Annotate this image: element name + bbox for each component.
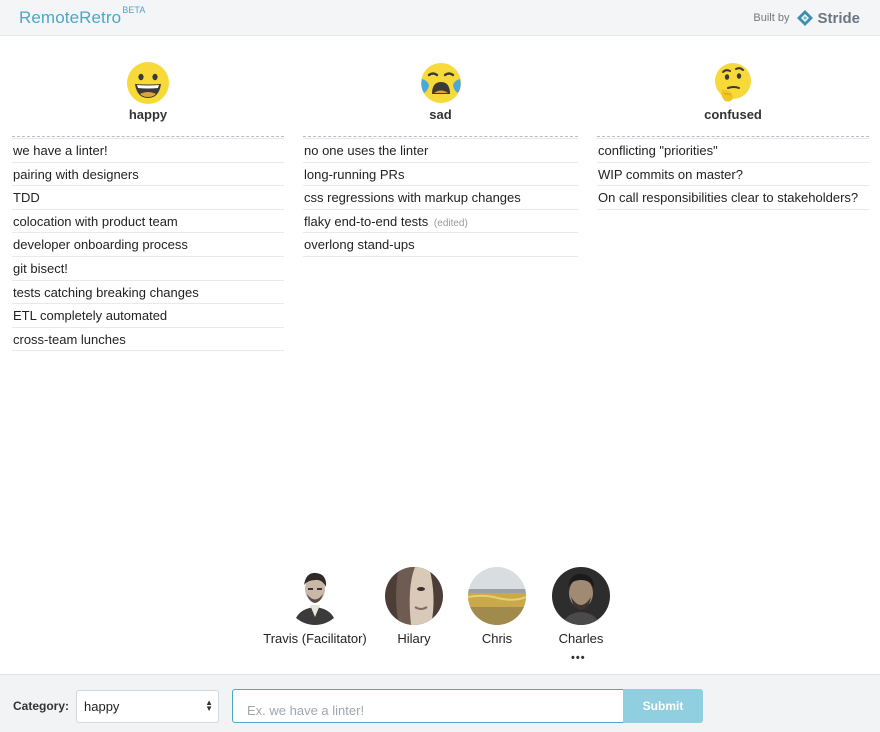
idea-item[interactable]: css regressions with markup changes <box>303 186 578 210</box>
avatar <box>286 567 344 625</box>
idea-item[interactable]: conflicting "priorities" <box>597 139 869 163</box>
edited-marker: (edited) <box>433 217 468 229</box>
participant-list: Travis (Facilitator) Hilary Chris Charle… <box>0 567 880 667</box>
category-select[interactable]: happy ▲ ▼ <box>76 690 219 723</box>
thinking-face-icon <box>711 61 755 105</box>
idea-item[interactable]: git bisect! <box>12 257 284 281</box>
idea-input[interactable] <box>232 689 624 723</box>
idea-item[interactable]: no one uses the linter <box>303 139 578 163</box>
column-title-confused: confused <box>704 107 762 122</box>
idea-item[interactable]: TDD <box>12 186 284 210</box>
participant-name: Charles <box>558 631 604 646</box>
column-header-sad: sad <box>303 58 578 139</box>
submit-button[interactable]: Submit <box>623 689 703 723</box>
brand-name: RemoteRetro <box>19 8 122 27</box>
column-title-happy: happy <box>128 107 168 122</box>
column-sad: sad no one uses the linter long-running … <box>303 58 578 257</box>
idea-text: flaky end-to-end tests <box>304 213 429 229</box>
column-happy: happy we have a linter! pairing with des… <box>12 58 284 352</box>
avatar <box>468 567 526 625</box>
idea-item[interactable]: cross-team lunches <box>12 328 284 352</box>
idea-submission-form: Category: happy ▲▼ Submit <box>0 674 880 732</box>
column-header-confused: confused <box>597 58 869 139</box>
idea-item[interactable]: ETL completely automated <box>12 304 284 328</box>
category-label: Category: <box>13 699 70 713</box>
idea-item[interactable]: WIP commits on master? <box>597 163 869 187</box>
crying-face-icon <box>419 61 463 105</box>
brand-logo[interactable]: RemoteRetroBETA <box>19 5 146 28</box>
idea-list-sad: no one uses the linter long-running PRs … <box>303 139 578 257</box>
built-by: Built by Stride <box>753 9 860 27</box>
column-header-happy: happy <box>12 58 284 139</box>
grinning-face-icon <box>126 61 170 105</box>
participant-travis: Travis (Facilitator) <box>260 567 370 646</box>
idea-item[interactable]: flaky end-to-end tests (edited) <box>303 210 578 234</box>
built-by-label: Built by <box>753 12 790 24</box>
app-header: RemoteRetroBETA Built by Stride <box>0 0 880 36</box>
avatar <box>385 567 443 625</box>
idea-item[interactable]: colocation with product team <box>12 210 284 234</box>
idea-item[interactable]: developer onboarding process <box>12 233 284 257</box>
participant-charles: Charles <box>526 567 636 646</box>
partner-name[interactable]: Stride <box>817 10 860 27</box>
idea-item[interactable]: we have a linter! <box>12 139 284 163</box>
stride-logo-icon <box>796 9 814 27</box>
idea-item[interactable]: On call responsibilities clear to stakeh… <box>597 186 869 210</box>
avatar <box>552 567 610 625</box>
idea-item[interactable]: overlong stand-ups <box>303 233 578 257</box>
idea-item[interactable]: pairing with designers <box>12 163 284 187</box>
idea-list-happy: we have a linter! pairing with designers… <box>12 139 284 352</box>
column-confused: confused conflicting "priorities" WIP co… <box>597 58 869 210</box>
category-selected-value: happy <box>84 699 120 714</box>
select-arrows-icon: ▲ ▼ <box>205 698 213 713</box>
idea-list-confused: conflicting "priorities" WIP commits on … <box>597 139 869 210</box>
beta-badge: BETA <box>122 5 146 16</box>
idea-item[interactable]: long-running PRs <box>303 163 578 187</box>
typing-indicator: ••• <box>571 652 586 664</box>
participant-name: Travis (Facilitator) <box>263 631 367 646</box>
idea-item[interactable]: tests catching breaking changes <box>12 281 284 305</box>
column-title-sad: sad <box>429 107 452 122</box>
